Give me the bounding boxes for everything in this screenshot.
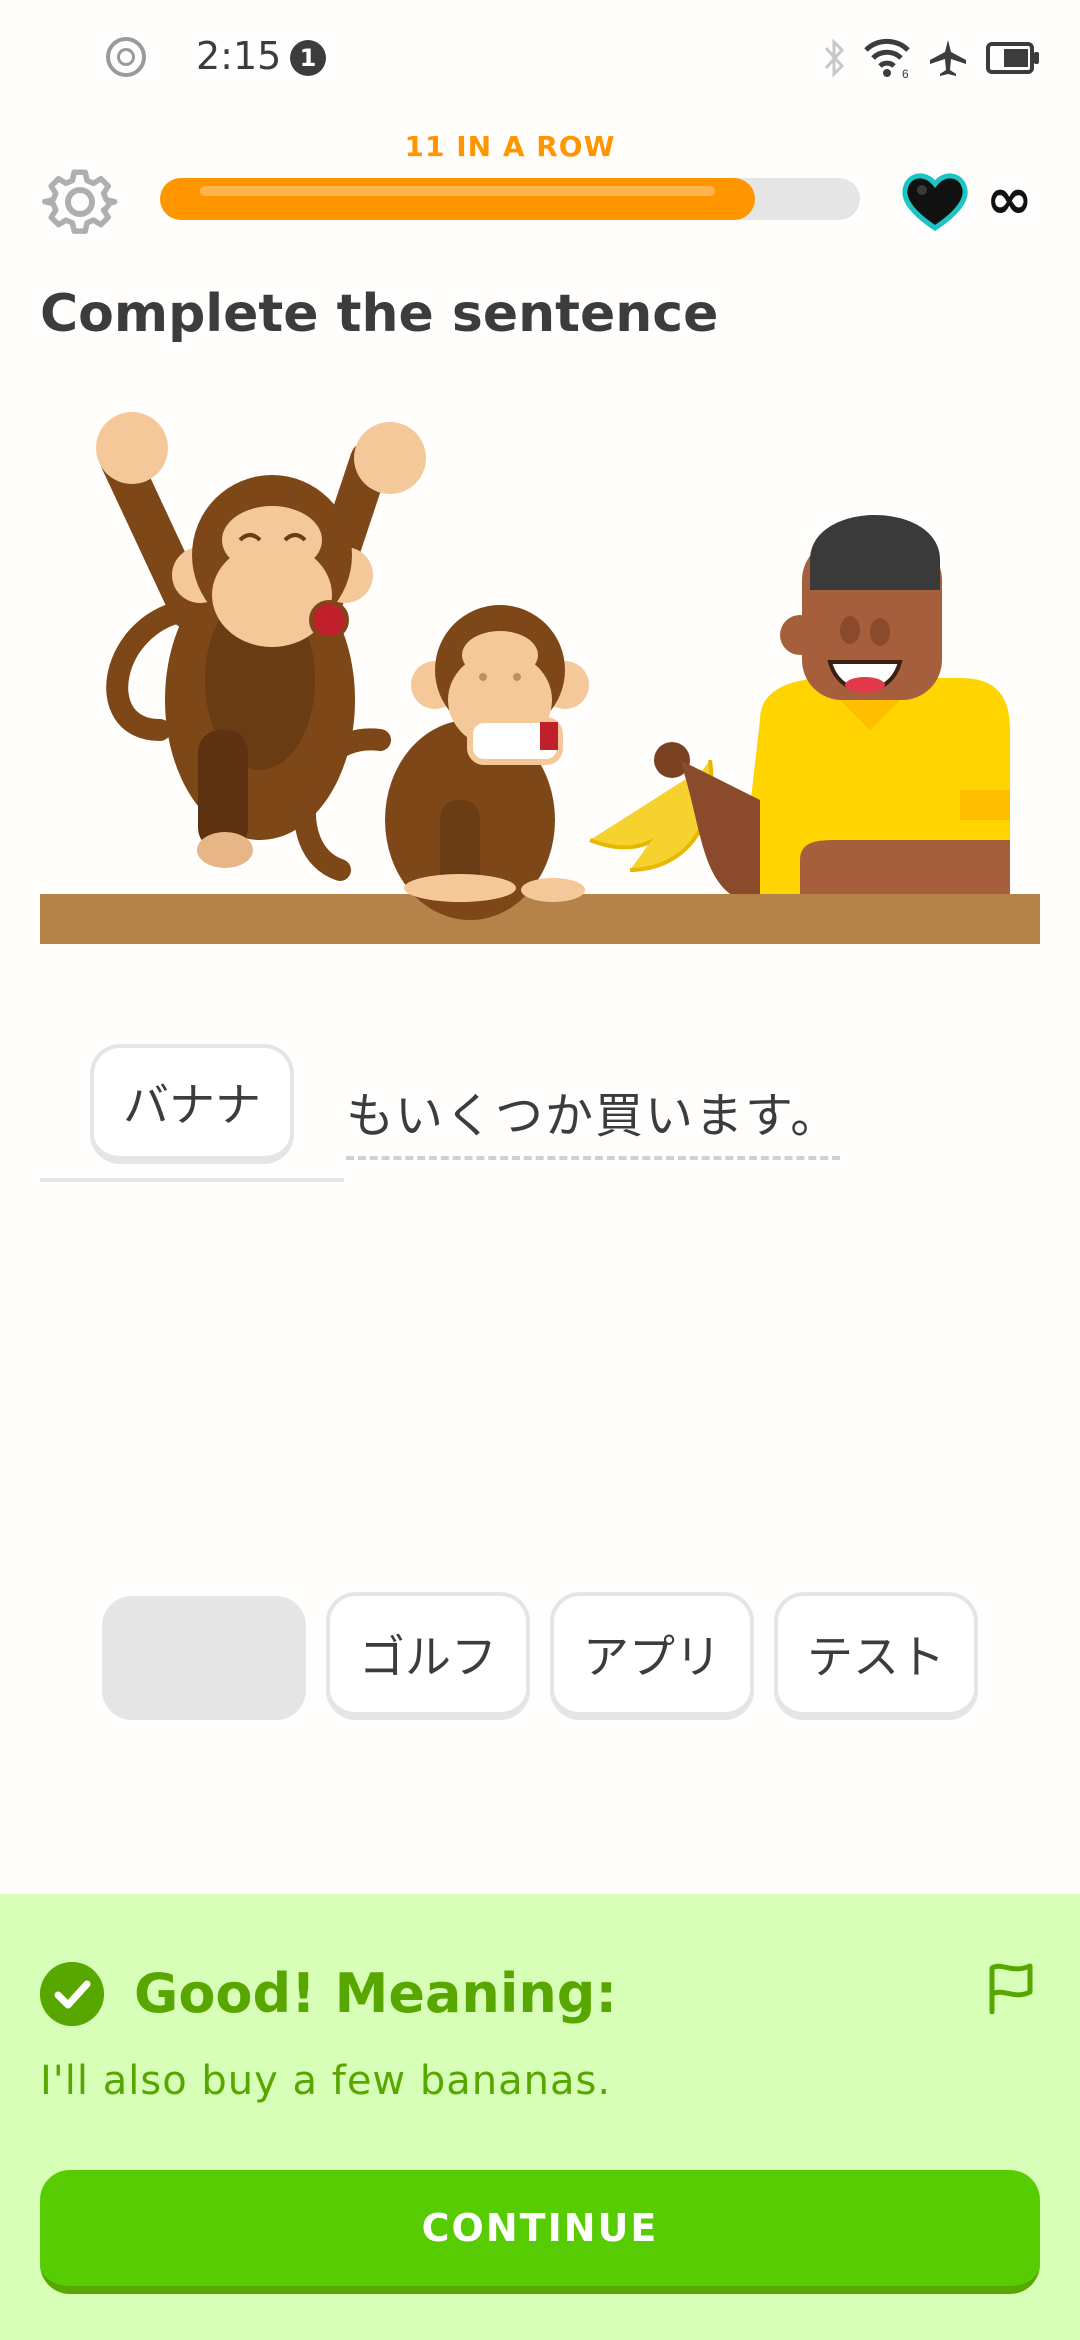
answer-blank-underline — [40, 1178, 344, 1182]
feedback-title: Good! Meaning: — [134, 1962, 618, 2025]
selected-word-chip[interactable]: バナナ — [90, 1044, 294, 1164]
heart-icon[interactable] — [898, 166, 972, 236]
word-bank-empty-slot — [102, 1596, 306, 1720]
streak-label: 11 IN A ROW — [404, 130, 616, 163]
word-option[interactable]: テスト — [774, 1592, 978, 1720]
notification-count-badge: 1 — [290, 40, 326, 76]
hearts-count[interactable]: ∞ — [986, 172, 1033, 228]
battery-icon — [986, 42, 1039, 74]
word-option[interactable]: アプリ — [550, 1592, 754, 1720]
continue-button[interactable]: CONTINUE — [40, 2170, 1040, 2294]
settings-gear-icon[interactable] — [42, 164, 118, 240]
bluetooth-icon — [824, 38, 845, 78]
word-option[interactable]: ゴルフ — [326, 1592, 530, 1720]
lesson-progress-bar — [160, 178, 860, 220]
airplane-icon — [930, 40, 966, 76]
translation-text: I'll also buy a few bananas. — [40, 2058, 612, 2104]
check-icon — [40, 1962, 104, 2026]
report-flag-icon[interactable] — [986, 1958, 1036, 2014]
status-icons: 6 — [822, 36, 1040, 80]
page-title: Complete the sentence — [40, 284, 719, 344]
monkeys-and-man-illustration — [40, 412, 1040, 944]
status-time: 2:15 — [196, 34, 282, 78]
notification-ring-icon — [106, 37, 146, 77]
wifi-icon: 6 — [864, 38, 910, 78]
status-bar: 2:15 1 6 — [0, 0, 1080, 120]
lesson-progress-fill — [160, 178, 755, 220]
sentence-text: もいくつか買います。 — [346, 1076, 841, 1160]
svg-text:6: 6 — [902, 67, 909, 78]
